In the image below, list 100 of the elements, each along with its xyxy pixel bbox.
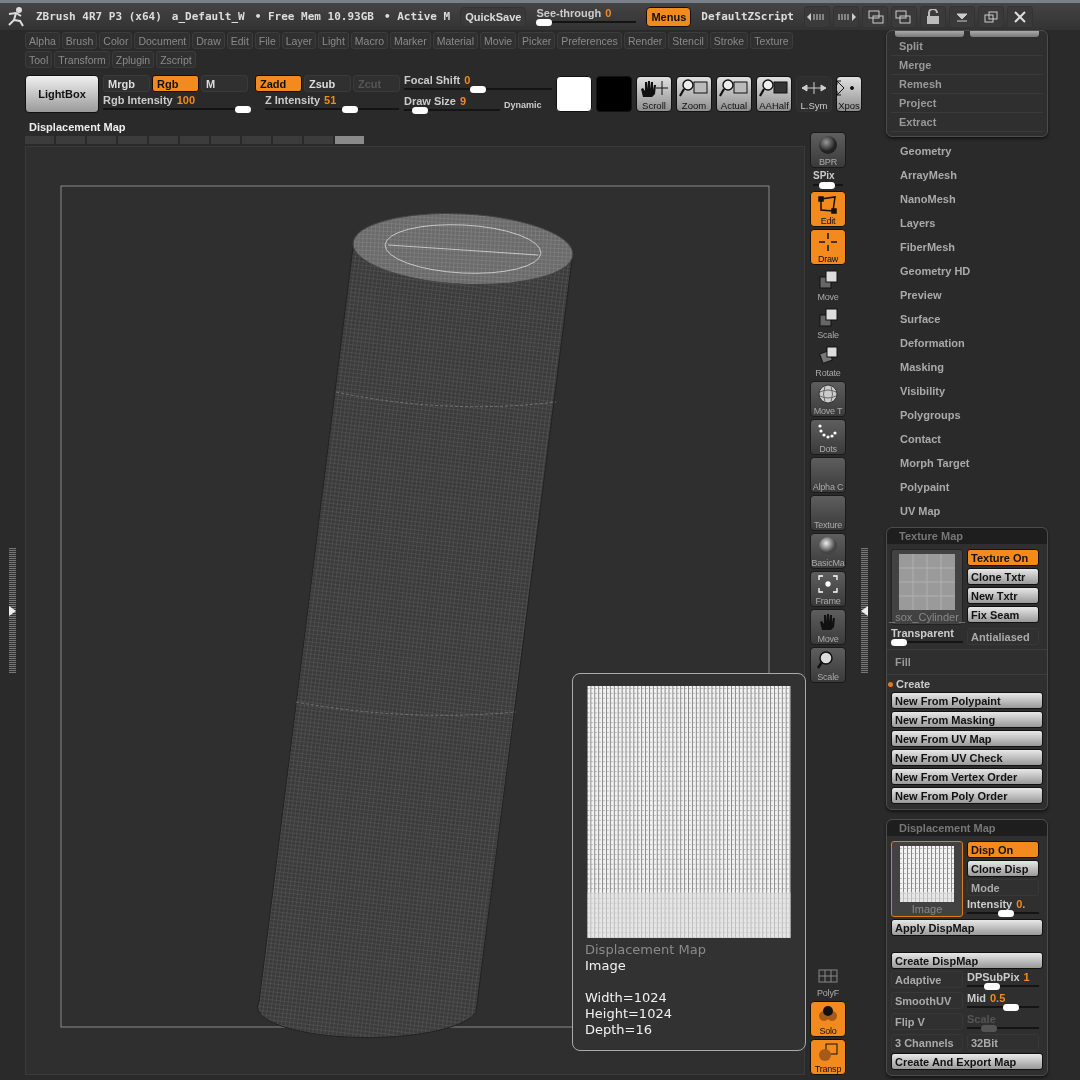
- menu-item[interactable]: Marker: [390, 32, 431, 49]
- subtool-action[interactable]: Project: [891, 94, 1043, 113]
- menu-item[interactable]: Brush: [61, 32, 98, 49]
- shelf-button[interactable]: Solo: [810, 1001, 846, 1037]
- create-dispmap-button[interactable]: Create DispMap: [891, 952, 1043, 969]
- slider-track[interactable]: [103, 106, 251, 113]
- view-button[interactable]: Zoom: [676, 76, 712, 112]
- shelf-button[interactable]: Texture: [810, 495, 846, 531]
- slider-thumb[interactable]: [818, 182, 835, 189]
- script-name[interactable]: DefaultZScript: [701, 10, 794, 23]
- menu-item[interactable]: Zplugin: [111, 51, 155, 68]
- menu-item[interactable]: Tool: [25, 51, 53, 68]
- create-subpalette-title[interactable]: Create: [888, 678, 1043, 690]
- tray-section-item[interactable]: NanoMesh: [886, 187, 1048, 211]
- tray-section-item[interactable]: ArrayMesh: [886, 163, 1048, 187]
- menu-item[interactable]: Light: [318, 32, 349, 49]
- panel-handle[interactable]: [9, 548, 16, 673]
- shelf-button[interactable]: BasicMa: [810, 533, 846, 569]
- menus-button[interactable]: Menus: [646, 6, 692, 27]
- view-button[interactable]: Xpos: [836, 76, 862, 112]
- slider-thumb[interactable]: [891, 639, 907, 646]
- tray-section-item[interactable]: Preview: [886, 283, 1048, 307]
- quicksave-button[interactable]: QuickSave: [460, 6, 527, 27]
- tray-section-item[interactable]: Morph Target: [886, 451, 1048, 475]
- shelf-button[interactable]: PolyF: [810, 963, 846, 999]
- slider-thumb[interactable]: [235, 106, 251, 113]
- lightbox-button[interactable]: LightBox: [25, 75, 99, 113]
- create-button[interactable]: New From UV Map: [891, 730, 1043, 747]
- menu-item[interactable]: Material: [432, 32, 479, 49]
- dynamic-toggle[interactable]: Dynamic: [504, 98, 542, 111]
- menu-item[interactable]: Document: [134, 32, 191, 49]
- shelf-button[interactable]: BPR: [810, 132, 846, 168]
- option-toggle[interactable]: Flip V: [891, 1013, 963, 1030]
- color-swatch[interactable]: [596, 76, 632, 112]
- panel-handle[interactable]: [860, 548, 868, 673]
- shelf-button[interactable]: Frame: [810, 571, 846, 607]
- view-button[interactable]: L.Sym: [796, 76, 832, 112]
- create-button[interactable]: New From Masking: [891, 711, 1043, 728]
- panel-header[interactable]: Texture Map: [887, 528, 1047, 544]
- option-toggle[interactable]: SmoothUV: [891, 992, 963, 1009]
- view-button[interactable]: AAHalf: [756, 76, 792, 112]
- create-button[interactable]: New From Poly Order: [891, 787, 1043, 804]
- windows-icon[interactable]: [891, 5, 917, 28]
- mode-button[interactable]: Mrgb: [103, 75, 150, 92]
- tray-section-item[interactable]: Polypaint: [886, 475, 1048, 499]
- create-button[interactable]: New From UV Check: [891, 749, 1043, 766]
- clone-texture-button[interactable]: Clone Txtr: [967, 568, 1039, 585]
- fill-button[interactable]: Fill: [891, 653, 1043, 671]
- mode-button[interactable]: Rgb: [152, 75, 199, 92]
- menu-item[interactable]: Color: [99, 32, 133, 49]
- menu-item[interactable]: Macro: [350, 32, 388, 49]
- option-toggle[interactable]: 32Bit: [967, 1034, 1039, 1051]
- menu-item[interactable]: File: [254, 32, 280, 49]
- antialiased-toggle[interactable]: Antialiased: [967, 628, 1039, 645]
- arrow-left-icon[interactable]: [804, 5, 830, 28]
- create-button[interactable]: New From Polypaint: [891, 692, 1043, 709]
- tray-section-item[interactable]: Geometry HD: [886, 259, 1048, 283]
- tray-section-item[interactable]: Polygroups: [886, 403, 1048, 427]
- canvas[interactable]: Displacement Map Image Width=1024 Height=1024 Depth=16: [25, 146, 805, 1075]
- windows-icon[interactable]: [862, 5, 888, 28]
- menu-item[interactable]: Stencil: [668, 32, 708, 49]
- shelf-button[interactable]: Transp: [810, 1039, 846, 1075]
- padlock-icon[interactable]: [920, 5, 946, 28]
- menu-item[interactable]: Transform: [54, 51, 110, 68]
- panel-header[interactable]: Displacement Map: [887, 820, 1047, 836]
- slider-thumb[interactable]: [412, 107, 428, 114]
- shelf-button[interactable]: Rotate: [810, 343, 846, 379]
- slider-thumb[interactable]: [470, 86, 486, 93]
- mode-button[interactable]: Zadd: [255, 75, 302, 92]
- slider-thumb[interactable]: [1003, 1004, 1020, 1011]
- apply-dispmap-button[interactable]: Apply DispMap: [891, 919, 1043, 936]
- subtool-action[interactable]: Merge: [891, 56, 1043, 75]
- menu-item[interactable]: Layer: [281, 32, 317, 49]
- menu-item[interactable]: Movie: [480, 32, 517, 49]
- color-swatch[interactable]: [556, 76, 592, 112]
- minimize-icon[interactable]: [949, 5, 975, 28]
- slider-thumb[interactable]: [536, 19, 553, 26]
- create-button[interactable]: New From Vertex Order: [891, 768, 1043, 785]
- tray-section-item[interactable]: FiberMesh: [886, 235, 1048, 259]
- subtool-action[interactable]: Split: [891, 37, 1043, 56]
- disp-on-button[interactable]: Disp On: [967, 841, 1039, 858]
- tray-section-item[interactable]: Contact: [886, 427, 1048, 451]
- option-toggle[interactable]: Adaptive: [891, 971, 963, 988]
- view-button[interactable]: Actual: [716, 76, 752, 112]
- close-icon[interactable]: [1007, 5, 1033, 28]
- new-texture-button[interactable]: New Txtr: [967, 587, 1039, 604]
- slider-thumb[interactable]: [997, 910, 1014, 917]
- shelf-button[interactable]: Move: [810, 609, 846, 645]
- menu-item[interactable]: Edit: [226, 32, 253, 49]
- texture-on-button[interactable]: Texture On: [967, 549, 1039, 566]
- menu-item[interactable]: Stroke: [709, 32, 749, 49]
- menu-item[interactable]: Draw: [192, 32, 225, 49]
- clone-disp-button[interactable]: Clone Disp: [967, 860, 1039, 877]
- fix-seam-button[interactable]: Fix Seam: [967, 606, 1039, 623]
- tray-section-item[interactable]: Masking: [886, 355, 1048, 379]
- shelf-button[interactable]: Move T: [810, 381, 846, 417]
- tray-section-item[interactable]: Layers: [886, 211, 1048, 235]
- tray-section-item[interactable]: Surface: [886, 307, 1048, 331]
- view-button[interactable]: Scroll: [636, 76, 672, 112]
- shelf-button[interactable]: Dots: [810, 419, 846, 455]
